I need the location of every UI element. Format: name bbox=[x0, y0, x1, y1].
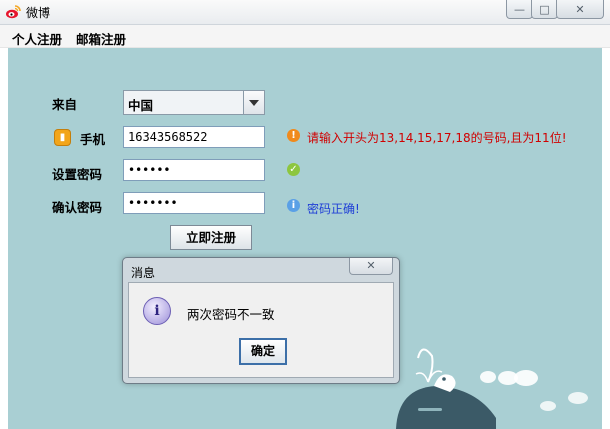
message-dialog: 消息 ✕ i 两次密码不一致 确定 bbox=[122, 257, 400, 384]
country-value: 中国 bbox=[128, 98, 154, 113]
check-icon: ✓ bbox=[287, 163, 300, 176]
error-icon: ! bbox=[287, 129, 300, 142]
dialog-message: 两次密码不一致 bbox=[187, 307, 275, 322]
menu-bar: 个人注册 邮箱注册 bbox=[0, 25, 610, 48]
confirm-password-input[interactable]: ••••••• bbox=[123, 192, 265, 214]
info-icon: i bbox=[287, 199, 300, 212]
info-icon: i bbox=[143, 297, 171, 325]
confirm-password-value: ••••••• bbox=[128, 196, 178, 210]
dialog-close-button[interactable]: ✕ bbox=[349, 258, 393, 275]
weibo-logo-icon bbox=[6, 5, 21, 19]
close-icon: ✕ bbox=[366, 259, 376, 272]
minimize-button[interactable]: — bbox=[506, 0, 533, 19]
from-label: 来自 bbox=[52, 97, 78, 112]
country-select[interactable]: 中国 bbox=[123, 90, 265, 115]
confirm-password-label: 确认密码 bbox=[52, 200, 103, 215]
phone-error-message: 请输入开头为13,14,15,17,18的号码,且为11位! bbox=[307, 131, 567, 145]
phone-input[interactable]: 16343568522 bbox=[123, 126, 265, 148]
chevron-down-icon[interactable] bbox=[243, 91, 264, 114]
close-button[interactable]: ✕ bbox=[556, 0, 604, 19]
maximize-button[interactable]: □ bbox=[531, 0, 558, 19]
register-button[interactable]: 立即注册 bbox=[170, 225, 252, 250]
ok-button[interactable]: 确定 bbox=[239, 338, 287, 365]
minimize-icon: — bbox=[514, 2, 525, 16]
password-value: •••••• bbox=[128, 163, 171, 177]
menu-personal-register[interactable]: 个人注册 bbox=[12, 29, 62, 48]
whale-illustration bbox=[396, 348, 588, 429]
close-icon: ✕ bbox=[575, 2, 585, 16]
dialog-body: i 两次密码不一致 确定 bbox=[128, 282, 394, 378]
title-bar: 微博 — □ ✕ bbox=[0, 0, 610, 25]
password-match-message: 密码正确! bbox=[307, 202, 360, 216]
window-title: 微博 bbox=[26, 6, 51, 20]
password-label: 设置密码 bbox=[52, 167, 103, 182]
phone-label: 手机 bbox=[80, 132, 106, 147]
maximize-icon: □ bbox=[539, 2, 550, 16]
dialog-title: 消息 bbox=[131, 266, 156, 280]
phone-icon: ▮ bbox=[54, 129, 71, 146]
password-input[interactable]: •••••• bbox=[123, 159, 265, 181]
menu-email-register[interactable]: 邮箱注册 bbox=[76, 29, 126, 48]
